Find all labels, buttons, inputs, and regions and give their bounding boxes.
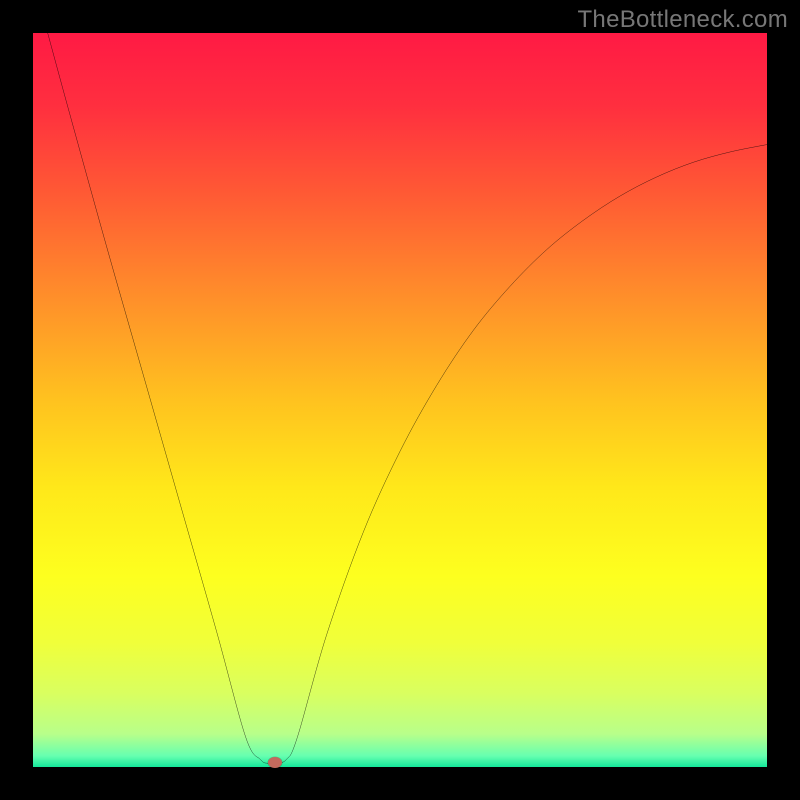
chart-frame: TheBottleneck.com <box>0 0 800 800</box>
watermark-text: TheBottleneck.com <box>577 6 788 34</box>
plot-area <box>33 33 767 767</box>
bottleneck-curve <box>33 33 767 767</box>
